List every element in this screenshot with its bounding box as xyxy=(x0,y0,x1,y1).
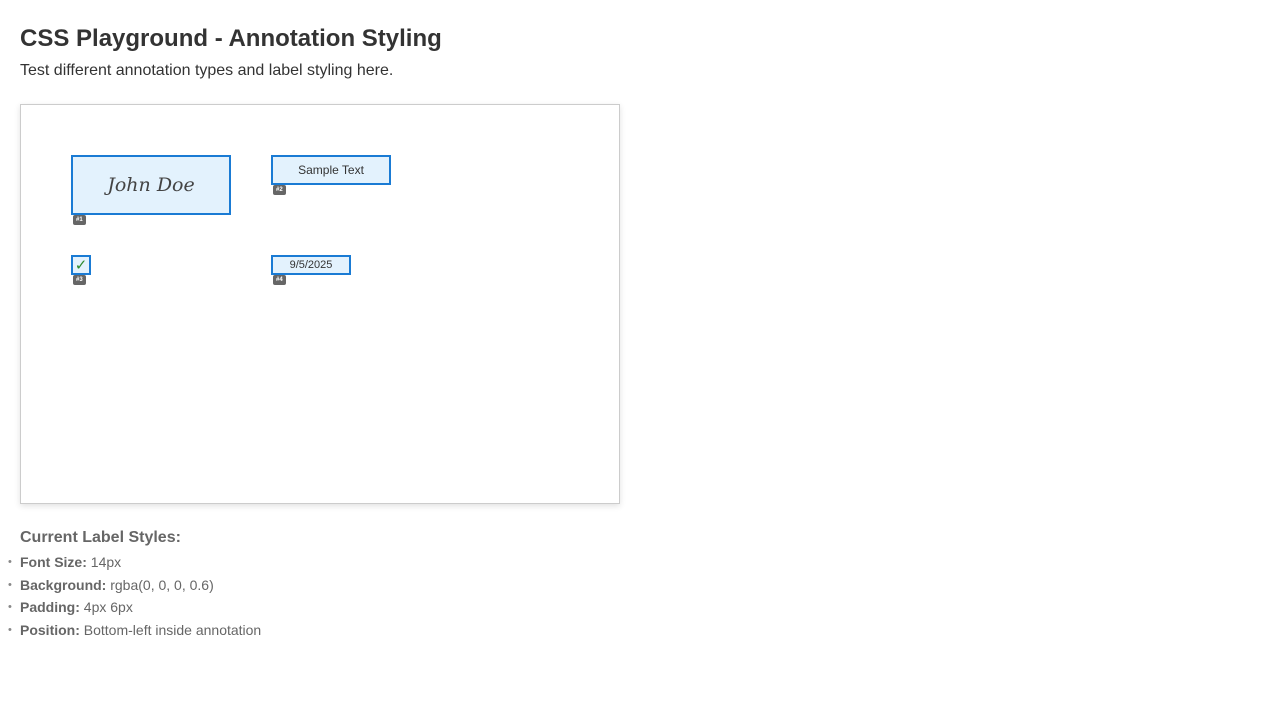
date-value: 9/5/2025 xyxy=(289,259,333,271)
annotation-label: #1 xyxy=(73,215,86,225)
label-styles-list: Font Size: 14px Background: rgba(0, 0, 0… xyxy=(8,551,262,642)
style-key: Padding: xyxy=(20,599,80,615)
list-item: Font Size: 14px xyxy=(8,551,261,574)
style-value: Bottom-left inside annotation xyxy=(83,621,262,638)
annotation-label: #2 xyxy=(273,185,286,195)
style-value: 14px xyxy=(90,554,122,570)
label-styles-panel: Current Label Styles: Font Size: 14px Ba… xyxy=(8,529,262,642)
list-item: Padding: 4px 6px xyxy=(8,596,261,619)
list-item: Position: Bottom-left inside annotation xyxy=(8,619,262,642)
page-title: CSS Playground - Annotation Styling xyxy=(20,25,442,52)
signature-annotation[interactable]: John Doe #1 xyxy=(71,155,231,225)
checkmark-icon: ✓ xyxy=(74,256,88,274)
annotation-label: #3 xyxy=(73,275,86,285)
annotation-label: #4 xyxy=(273,275,286,285)
style-key: Background: xyxy=(20,576,107,593)
style-value: 4px 6px xyxy=(83,599,133,615)
text-annotation[interactable]: Sample Text #2 xyxy=(271,155,391,195)
checkbox-annotation[interactable]: ✓ #3 xyxy=(71,255,91,285)
list-item: Background: rgba(0, 0, 0, 0.6) xyxy=(8,574,261,597)
style-key: Position: xyxy=(20,621,80,638)
date-annotation[interactable]: 9/5/2025 #4 xyxy=(271,255,351,285)
signature-value: John Doe xyxy=(107,174,195,196)
text-value: Sample Text xyxy=(298,163,364,177)
label-styles-heading: Current Label Styles: xyxy=(20,529,181,546)
style-key: Font Size: xyxy=(20,554,87,570)
style-value: rgba(0, 0, 0, 0.6) xyxy=(110,576,214,593)
page: CSS Playground - Annotation Styling Test… xyxy=(0,0,1280,720)
page-subtitle: Test different annotation types and labe… xyxy=(20,62,394,79)
annotation-canvas: John Doe #1 Sample Text #2 ✓ #3 9/5/2025… xyxy=(20,104,620,504)
